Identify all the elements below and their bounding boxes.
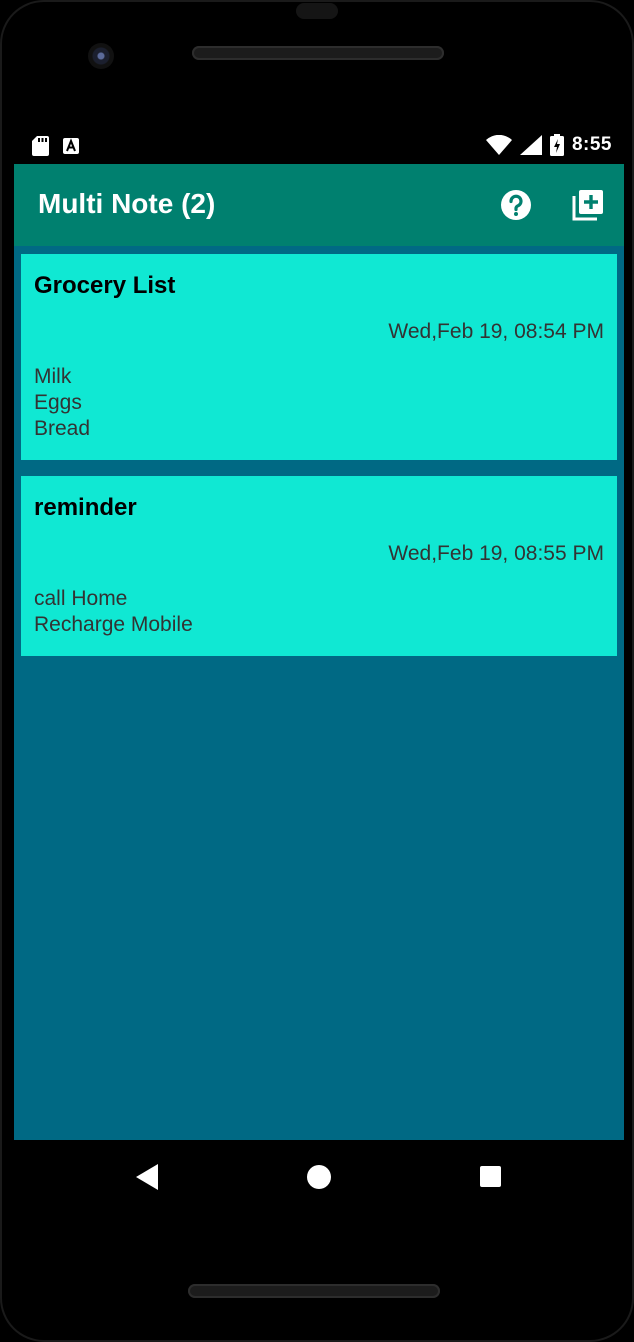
navigation-bar <box>14 1140 624 1210</box>
battery-charging-icon <box>549 134 564 156</box>
note-title: Grocery List <box>34 272 176 299</box>
top-notch <box>296 3 338 19</box>
note-date: Wed,Feb 19, 08:55 PM <box>388 542 604 565</box>
note-body: Milk Eggs Bread <box>34 365 91 440</box>
app-title: Multi Note (2) <box>38 188 216 219</box>
app-bar: Multi Note (2) <box>14 164 624 246</box>
screen: 8:55 Multi Note (2) Grocery List Wed,Feb… <box>14 126 624 1210</box>
phone-frame: 8:55 Multi Note (2) Grocery List Wed,Feb… <box>0 0 634 1342</box>
status-time: 8:55 <box>571 134 612 155</box>
note-card[interactable]: reminder Wed,Feb 19, 08:55 PM call Home … <box>21 476 617 656</box>
sd-card-icon <box>32 136 49 156</box>
signal-icon <box>519 135 542 155</box>
note-date: Wed,Feb 19, 08:54 PM <box>388 320 604 343</box>
recents-icon[interactable] <box>480 1166 501 1187</box>
note-card[interactable]: Grocery List Wed,Feb 19, 08:54 PM Milk E… <box>21 254 617 460</box>
earpiece-speaker <box>192 46 444 60</box>
help-icon[interactable] <box>500 189 532 221</box>
note-title: reminder <box>34 494 137 521</box>
back-icon[interactable] <box>136 1164 160 1190</box>
status-bar: 8:55 <box>14 126 624 164</box>
front-camera <box>88 43 114 69</box>
add-note-icon[interactable] <box>571 188 605 222</box>
wifi-icon <box>485 135 512 155</box>
note-body: call Home Recharge Mobile <box>34 587 193 636</box>
bottom-speaker <box>188 1284 440 1298</box>
home-icon[interactable] <box>307 1165 331 1189</box>
text-a-icon <box>63 138 79 154</box>
notes-list[interactable]: Grocery List Wed,Feb 19, 08:54 PM Milk E… <box>14 246 624 1140</box>
